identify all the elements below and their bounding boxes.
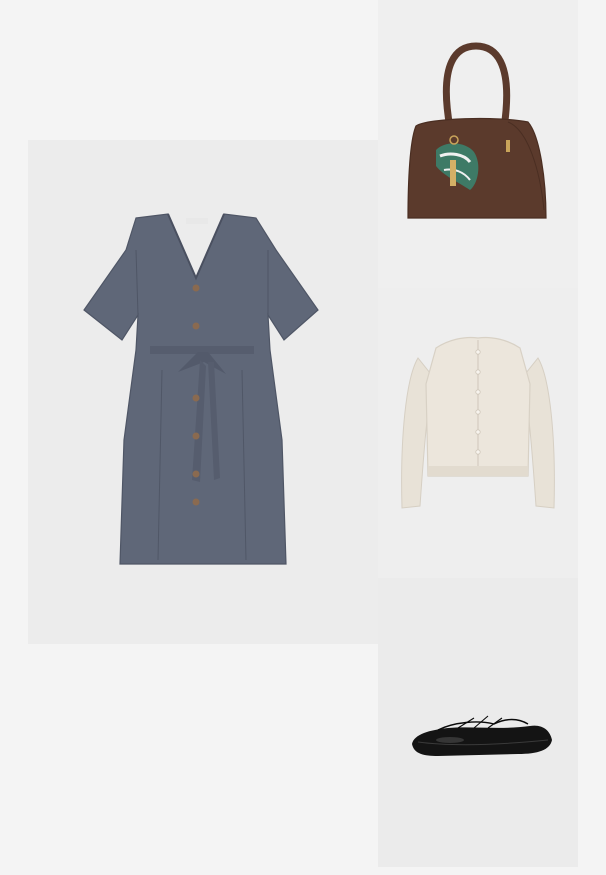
key-charm: [450, 160, 456, 186]
cardigan-product-tile[interactable]: [378, 288, 578, 578]
cardigan-hem: [428, 466, 528, 476]
dress-image: [83, 213, 319, 565]
ballet-flats-image: [412, 715, 552, 756]
ballet-flat-shoe: [412, 725, 552, 756]
handbag-product-tile[interactable]: [378, 0, 578, 288]
handbag-clasp: [506, 140, 510, 152]
dress-product-tile[interactable]: [28, 140, 378, 644]
dress-label-tag: [186, 218, 208, 224]
handbag-handle: [442, 42, 511, 129]
cardigan-image: [401, 336, 555, 509]
outfit-collage: [0, 0, 606, 875]
ballet-flats-product-tile[interactable]: [378, 578, 578, 867]
handbag-image: [407, 42, 547, 219]
